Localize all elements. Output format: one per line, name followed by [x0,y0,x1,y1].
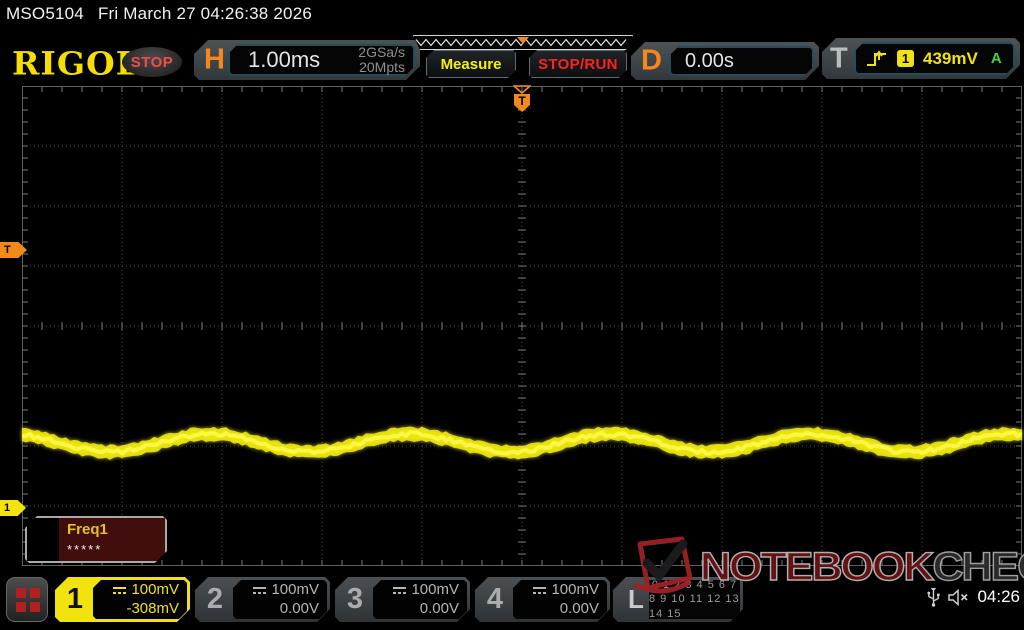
trigger-mode: A [991,50,1002,67]
channel-3-number: 3 [335,577,375,622]
measurement-name: Freq1 [67,521,108,538]
channel-3-button[interactable]: 3 100mV 0.00V [335,577,470,622]
horizontal-timebase-button[interactable]: H 1.00ms 2GSa/s 20Mpts [194,40,420,80]
channel-1-scale: 100mV [131,581,179,600]
measurement-value: ***** [67,542,102,557]
rigol-logo: RIGOL [12,45,140,82]
channel-1-button[interactable]: 1 100mV -308mV [55,577,190,622]
trigger-position-label: T [518,94,526,108]
waveform-display-area [22,86,1022,566]
trigger-slope-icon [866,50,888,68]
logic-analyzer-label: L [623,577,649,622]
measure-button[interactable]: Measure [426,50,516,78]
channel-4-number: 4 [475,577,515,622]
logic-analyzer-button[interactable]: L 0 1 2 3 4 5 6 7 8 9 10 11 12 13 14 15 [613,577,743,622]
channel-4-scale: 100mV [551,581,599,600]
trigger-source-badge: 1 [897,50,914,67]
measurement-panel-freq1[interactable]: Freq1 ***** [25,516,167,563]
datetime: Fri March 27 04:26:38 2026 [98,4,312,23]
channel-1-number: 1 [55,577,95,622]
menu-grid-icon [16,588,26,598]
delay-label: D [641,45,662,78]
trigger-position-marker[interactable]: T [513,85,531,118]
dc-coupling-icon [393,586,406,595]
delay-button[interactable]: D 0.00s [631,42,819,80]
channel-2-scale: 100mV [271,581,319,600]
trigger-button[interactable]: T 1 439mV A [822,38,1020,79]
channel-3-scale: 100mV [411,581,459,600]
trigger-position-mini-icon [517,37,529,44]
speaker-muted-icon [948,589,969,606]
stop-run-button[interactable]: STOP/RUN [529,50,627,78]
usb-icon [927,587,940,607]
channel-1-offset: -308mV [126,600,179,619]
clock[interactable]: 04:26 [977,587,1020,607]
dc-coupling-icon [253,586,266,595]
trigger-label: T [830,42,848,75]
delay-value: 0.00s [685,50,734,73]
digital-channels-row2: 8 9 10 11 12 13 14 15 [649,592,740,621]
model-name: MSO5104 [6,4,84,23]
channel1-trace[interactable] [22,86,1022,566]
run-state-badge[interactable]: STOP [122,47,182,77]
timebase-value: 1.00ms [248,47,320,73]
menu-grid-button[interactable] [6,577,48,622]
channel-2-offset: 0.00V [280,600,319,619]
channel-4-button[interactable]: 4 100mV 0.00V [475,577,610,622]
channel-4-offset: 0.00V [560,600,599,619]
dc-coupling-icon [113,586,126,595]
horizontal-position-indicator[interactable] [413,35,633,50]
sample-rate: 2GSa/s [358,44,405,60]
memory-depth: 20Mpts [359,59,405,75]
channel-2-number: 2 [195,577,235,622]
trigger-level-value: 439mV [923,49,978,69]
oscilloscope-screen: MSO5104Fri March 27 04:26:38 2026 RIGOL … [0,0,1024,630]
horizontal-label: H [204,44,225,77]
channel-2-button[interactable]: 2 100mV 0.00V [195,577,330,622]
status-area: 04:26 [927,587,1020,607]
samplerate-memdepth: 2GSa/s 20Mpts [358,45,405,76]
titlebar: MSO5104 Fri March 27 04:26:38 2026 [6,4,312,24]
digital-channels-row1: 0 1 2 3 4 5 6 7 [652,578,737,592]
channel-3-offset: 0.00V [420,600,459,619]
dc-coupling-icon [533,586,546,595]
